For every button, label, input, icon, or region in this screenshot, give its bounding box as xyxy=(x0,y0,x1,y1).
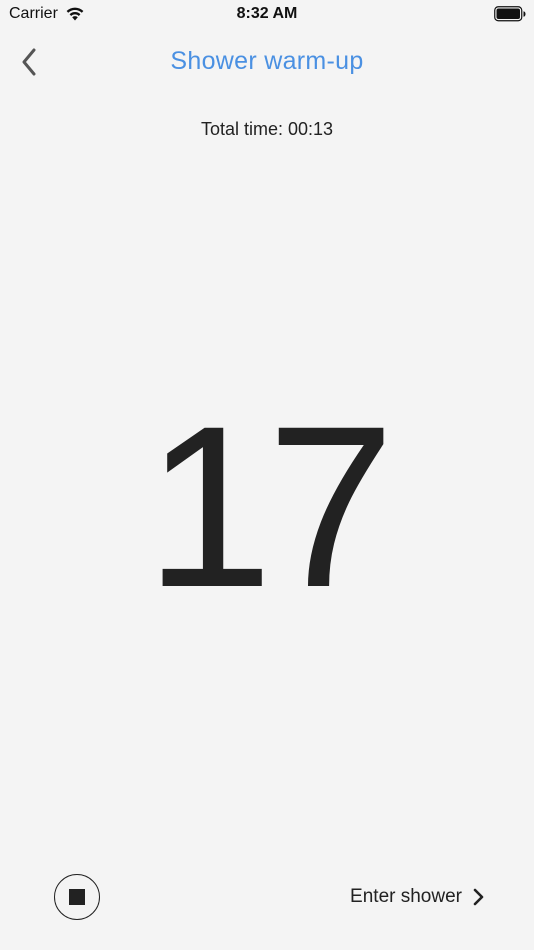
enter-shower-label: Enter shower xyxy=(350,886,462,907)
status-bar: Carrier 8:32 AM xyxy=(0,0,534,28)
enter-shower-button[interactable]: Enter shower xyxy=(350,886,484,908)
total-time-label: Total time: 00:13 xyxy=(200,119,334,139)
status-time: 8:32 AM xyxy=(236,5,298,22)
chevron-right-icon xyxy=(473,888,484,906)
stop-icon xyxy=(69,889,85,905)
shower-warmup-screen: Carrier 8:32 AM Shower warm-up Total tim… xyxy=(0,0,534,950)
battery-icon xyxy=(494,6,526,22)
page-title: Shower warm-up xyxy=(170,47,364,75)
stop-button[interactable] xyxy=(54,874,100,920)
countdown-display: 17 xyxy=(145,378,395,635)
